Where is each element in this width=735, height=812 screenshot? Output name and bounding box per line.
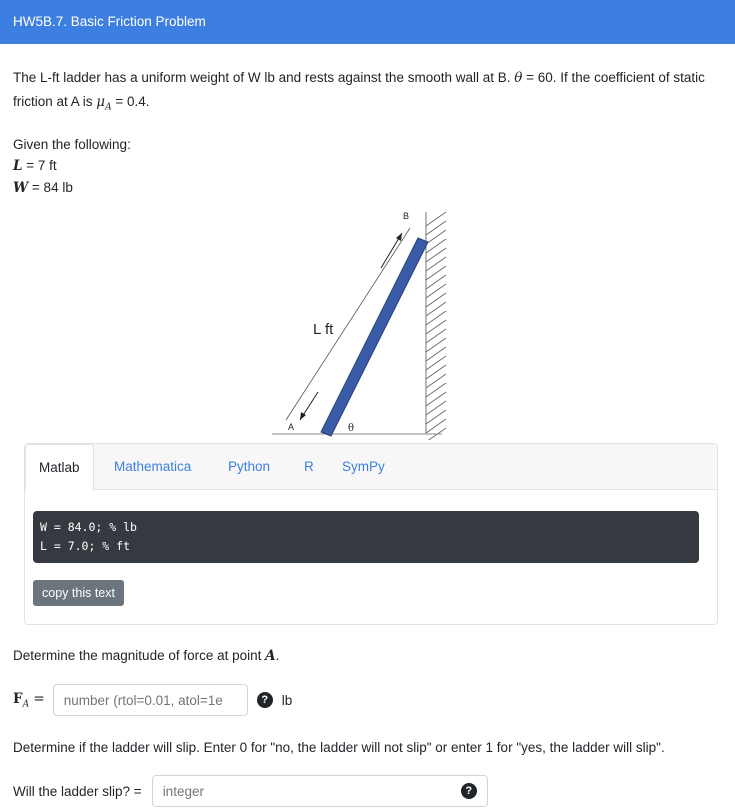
question-title: HW5B.7. Basic Friction Problem [13, 14, 206, 29]
hatch-line [425, 355, 447, 371]
question-1-text: Determine the magnitude of force at poin… [13, 648, 266, 663]
hatch-line [425, 301, 447, 317]
question-header: HW5B.7. Basic Friction Problem [0, 0, 735, 44]
help-icon[interactable]: ? [256, 692, 273, 708]
force-equals: = [29, 690, 45, 707]
hatch-line [425, 310, 447, 326]
hatch-line [425, 265, 447, 281]
point-A-symbol: A [265, 648, 276, 664]
question-1: Determine the magnitude of force at poin… [13, 648, 279, 664]
hatch-line [425, 256, 447, 272]
hatch-line [425, 409, 447, 425]
intro-text-3: = 0.4. [111, 94, 150, 109]
unit-label: lb [281, 692, 293, 708]
W-symbol: W [13, 179, 29, 196]
slip-input[interactable] [151, 775, 488, 807]
hatch-line [425, 211, 447, 227]
label-B: B [403, 211, 409, 221]
hatch-line [425, 238, 447, 254]
force-input[interactable] [52, 684, 248, 716]
arrow-lower-head [300, 412, 306, 420]
hatch-line [425, 229, 447, 245]
given-heading: Given the following: [13, 136, 131, 152]
hatch-line [425, 337, 447, 353]
hatch-line [425, 274, 447, 290]
code-block: W = 84.0; % lb L = 7.0; % ft [33, 511, 699, 563]
hatch-line [425, 346, 447, 362]
code-line-1: W = 84.0; % lb [40, 520, 137, 534]
answer-1-row: FA = ? lb [13, 684, 292, 716]
hatch-line [425, 247, 447, 263]
slip-input-wrap: ? [151, 775, 488, 807]
tab-sympy[interactable]: SymPy [329, 444, 398, 490]
tab-matlab[interactable]: Matlab [25, 444, 94, 491]
arrow-upper-head [396, 233, 402, 241]
W-value: = 84 lb [28, 179, 73, 195]
force-symbol: F [13, 690, 23, 707]
hatch-line [425, 364, 447, 380]
hatch-line [425, 391, 447, 407]
wall-hatch [425, 211, 447, 440]
code-line-2: L = 7.0; % ft [40, 539, 131, 553]
given-L: L = 7 ft [13, 155, 722, 177]
question-card: HW5B.7. Basic Friction Problem The L-ft … [0, 0, 735, 812]
L-value: = 7 ft [22, 157, 57, 173]
hatch-line [425, 220, 447, 236]
help-icon[interactable]: ? [460, 783, 477, 799]
hatch-line [425, 319, 447, 335]
slip-label: Will the ladder slip? = [13, 783, 142, 799]
tab-r[interactable]: R [291, 444, 327, 490]
question-1-period: . [275, 648, 280, 663]
code-tabs-card: Matlab Mathematica Python R SymPy W = 84… [24, 443, 718, 625]
force-label: FA = [13, 691, 45, 710]
mu-symbol: μ [96, 94, 106, 110]
question-2-text: Determine if the ladder will slip. Enter… [13, 740, 665, 755]
label-A: A [288, 422, 294, 432]
hatch-line [425, 382, 447, 398]
hatch-line [425, 292, 447, 308]
question-2: Determine if the ladder will slip. Enter… [13, 740, 665, 755]
given-W: W = 84 lb [13, 177, 722, 199]
hatch-line [425, 418, 447, 434]
hatch-line [425, 373, 447, 389]
intro-text-1: The L-ft ladder has a uniform weight of … [13, 70, 515, 85]
given-block: Given the following: L = 7 ft W = 84 lb [13, 134, 722, 199]
copy-text-button[interactable]: copy this text [33, 580, 124, 606]
ladder [320, 237, 429, 437]
label-theta: θ [348, 423, 354, 434]
hatch-line [425, 283, 447, 299]
L-symbol: L [13, 157, 23, 174]
ladder-figure: B A L ft θ [272, 211, 447, 440]
problem-statement: The L-ft ladder has a uniform weight of … [13, 66, 723, 120]
label-L: L ft [313, 321, 334, 338]
hatch-line [425, 328, 447, 344]
tab-mathematica[interactable]: Mathematica [101, 444, 204, 490]
hatch-line [425, 400, 447, 416]
tab-python[interactable]: Python [215, 444, 283, 490]
answer-2-row: Will the ladder slip? = ? [13, 775, 488, 807]
language-tabs: Matlab Mathematica Python R SymPy [25, 444, 717, 491]
